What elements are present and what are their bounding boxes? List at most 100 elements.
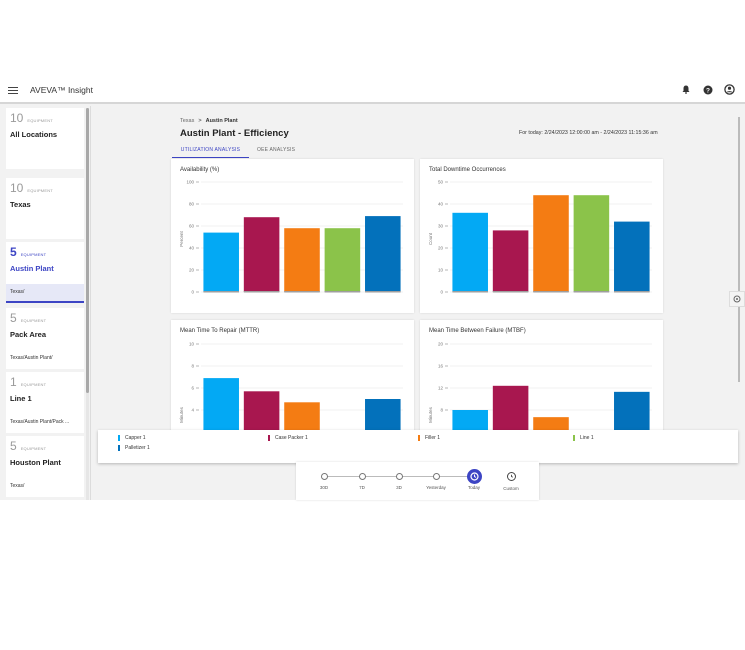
y-tick-label: 6 — [191, 386, 194, 391]
y-tick-label: 10 — [189, 342, 195, 347]
bar-baseline — [452, 291, 488, 293]
bar-capper-1[interactable] — [452, 212, 488, 292]
y-tick-label: 10 — [438, 268, 444, 273]
bar-palletizer-1[interactable] — [614, 391, 650, 432]
bar-baseline — [614, 291, 650, 293]
equipment-label: EQUIPMENT — [20, 382, 47, 387]
account-icon[interactable] — [724, 84, 735, 95]
bar-filler-1[interactable] — [284, 228, 320, 292]
time-option-30d[interactable]: 30D — [304, 471, 344, 490]
divider — [90, 106, 91, 500]
y-tick-label: 8 — [191, 364, 194, 369]
time-option-dot — [466, 469, 482, 484]
time-range-selector: 30D 7D 3D Yesterday Today Custom — [296, 462, 539, 500]
time-option-7d[interactable]: 7D — [342, 471, 382, 490]
time-option-dot — [320, 473, 328, 480]
y-axis-label: Percent — [179, 230, 184, 246]
y-tick-label: 16 — [438, 364, 444, 369]
selected-indicator — [6, 301, 84, 303]
chevron-right-icon: > — [198, 118, 202, 124]
right-panel-rail[interactable] — [738, 117, 740, 382]
y-tick-label: 60 — [189, 224, 195, 229]
help-icon[interactable]: ? — [702, 84, 713, 95]
bar-filler-1[interactable] — [533, 195, 569, 292]
bar-capper-1[interactable] — [203, 378, 239, 432]
bar-capper-1[interactable] — [452, 410, 488, 432]
location-path: Texas/ — [10, 483, 25, 489]
time-option-dot — [506, 472, 516, 481]
bar-case-packer-1[interactable] — [492, 230, 529, 292]
legend-label: Filler 1 — [425, 435, 441, 441]
bar-baseline — [284, 291, 320, 293]
location-path: Texas/Austin Plant/ — [10, 355, 53, 361]
bar-capper-1[interactable] — [203, 232, 239, 292]
app-title: AVEVA™ Insight — [30, 85, 93, 95]
time-option-label: 7D — [359, 485, 365, 490]
bar-baseline — [243, 291, 280, 293]
time-option-dot — [395, 473, 403, 480]
location-card-line-1[interactable]: 1 EQUIPMENT Line 1 Texas/Austin Plant/Pack … — [6, 372, 84, 433]
y-tick-label: 12 — [438, 386, 444, 391]
tab-oee-analysis[interactable]: OEE ANALYSIS — [249, 144, 303, 158]
tab-utilization-analysis[interactable]: UTILIZATION ANALYSIS — [172, 144, 249, 158]
legend-swatch — [418, 435, 420, 441]
y-tick-label: 80 — [189, 202, 195, 207]
y-tick-label: 0 — [440, 290, 443, 295]
location-card-pack-area[interactable]: 5 EQUIPMENT Pack Area Texas/Austin Plant/ — [6, 308, 84, 369]
mtbf-chart: 8 12 16 20 Minutes — [428, 342, 652, 432]
legend-label: Capper 1 — [125, 435, 146, 441]
settings-icon — [733, 295, 741, 303]
legend-swatch — [268, 435, 270, 441]
panel-toggle-button[interactable] — [729, 291, 745, 307]
menu-icon[interactable] — [8, 86, 18, 94]
y-tick-label: 20 — [189, 268, 195, 273]
bar-case-packer-1[interactable] — [492, 385, 529, 432]
mttr-chart-card: Mean Time To Repair (MTTR) 4 6 8 10 Minutes — [171, 320, 414, 432]
legend-item-palletizer-1[interactable]: Palletizer 1 — [118, 445, 150, 451]
bar-palletizer-1[interactable] — [365, 216, 401, 292]
location-card-texas[interactable]: 10 EQUIPMENT Texas — [6, 178, 84, 239]
legend-item-case-packer-1[interactable]: Case Packer 1 — [268, 435, 308, 441]
breadcrumb-parent[interactable]: Texas — [180, 118, 194, 124]
clock-icon — [510, 474, 513, 478]
legend-item-capper-1[interactable]: Capper 1 — [118, 435, 146, 441]
y-axis-label: Minutes — [179, 406, 184, 423]
legend-swatch — [573, 435, 575, 441]
location-name: Texas — [10, 200, 31, 209]
bar-line-1[interactable] — [573, 195, 610, 292]
legend-item-line-1[interactable]: Line 1 — [573, 435, 594, 441]
sidebar-scrollbar[interactable] — [86, 108, 89, 500]
bell-icon[interactable] — [680, 84, 691, 95]
location-card-all-locations[interactable]: 10 EQUIPMENT All Locations — [6, 108, 84, 169]
equipment-count: 10 — [10, 181, 24, 195]
bar-palletizer-1[interactable] — [614, 221, 650, 292]
y-tick-label: 30 — [438, 224, 444, 229]
time-option-yesterday[interactable]: Yesterday — [416, 471, 456, 490]
location-card-houston-plant[interactable]: 5 EQUIPMENT Houston Plant Texas/ — [6, 436, 84, 497]
bar-line-1[interactable] — [324, 228, 361, 292]
bar-case-packer-1[interactable] — [243, 217, 280, 292]
mttr-chart: 4 6 8 10 Minutes — [179, 342, 403, 432]
location-path: Texas/Austin Plant/Pack ... — [10, 419, 70, 425]
bar-palletizer-1[interactable] — [365, 399, 401, 432]
time-option-3d[interactable]: 3D — [379, 471, 419, 490]
tab-bar: UTILIZATION ANALYSIS OEE ANALYSIS — [172, 144, 303, 158]
bar-baseline — [203, 291, 239, 293]
bar-filler-1[interactable] — [284, 402, 320, 432]
equipment-label: EQUIPMENT — [20, 252, 47, 257]
location-name: Line 1 — [10, 394, 32, 403]
clock-icon — [469, 472, 479, 481]
legend-label: Line 1 — [580, 435, 594, 441]
location-card-austin-plant[interactable]: 5 EQUIPMENT Austin Plant Texas/ — [6, 242, 84, 303]
time-option-today[interactable]: Today — [454, 469, 494, 490]
equipment-label: EQUIPMENT — [20, 446, 47, 451]
y-tick-label: 50 — [438, 180, 444, 185]
page-title: Austin Plant - Efficiency — [180, 128, 289, 139]
legend-label: Case Packer 1 — [275, 435, 308, 441]
top-bar: AVEVA™ Insight ? — [0, 78, 745, 104]
bar-case-packer-1[interactable] — [243, 391, 280, 432]
time-option-custom[interactable]: Custom — [491, 471, 531, 491]
legend-item-filler-1[interactable]: Filler 1 — [418, 435, 440, 441]
legend-swatch — [118, 445, 120, 451]
location-name: Pack Area — [10, 330, 46, 339]
